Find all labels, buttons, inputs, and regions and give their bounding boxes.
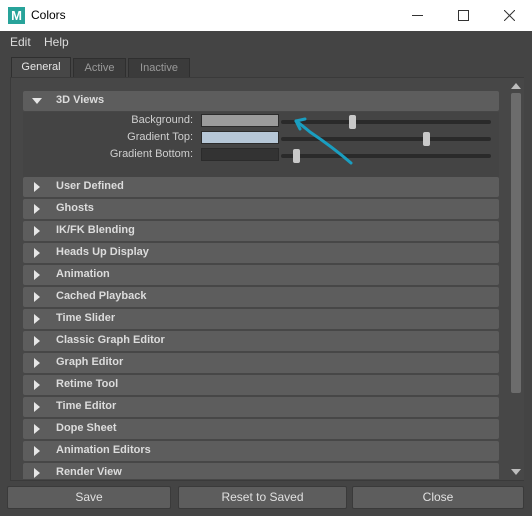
collapsed-arrow-icon [34, 182, 40, 192]
section-label: Graph Editor [56, 356, 124, 368]
close-icon [503, 9, 515, 22]
gradient-bottom-slider-handle[interactable] [292, 149, 300, 163]
close-window-button[interactable] [486, 0, 532, 31]
collapsed-arrow-icon [34, 248, 40, 258]
gradient-bottom-slider[interactable] [281, 149, 491, 163]
section-header-dope-sheet[interactable]: Dope Sheet [23, 419, 499, 439]
section-header-retime-tool[interactable]: Retime Tool [23, 375, 499, 395]
section-header-graph-editor[interactable]: Graph Editor [23, 353, 499, 373]
section-header-3d-views[interactable]: 3D Views [23, 91, 499, 111]
gradient-top-slider-handle[interactable] [422, 132, 430, 146]
section-label: Render View [56, 466, 122, 478]
section-header-user-defined[interactable]: User Defined [23, 177, 499, 197]
section-label: Time Slider [56, 312, 116, 324]
vertical-scrollbar[interactable] [508, 78, 524, 480]
scroll-up-arrow-icon[interactable] [511, 82, 521, 90]
minimize-button[interactable] [394, 0, 440, 31]
section-label: Cached Playback [56, 290, 147, 302]
gradient-top-slider[interactable] [281, 132, 491, 146]
scroll-down-arrow-icon[interactable] [511, 468, 521, 476]
collapsed-arrow-icon [34, 380, 40, 390]
section-label: 3D Views [56, 94, 105, 106]
section-label: Animation Editors [56, 444, 151, 456]
reset-to-saved-button[interactable]: Reset to Saved [178, 486, 347, 509]
close-button[interactable]: Close [352, 486, 524, 509]
maximize-icon [457, 10, 469, 21]
menu-bar: Edit Help [0, 31, 532, 53]
section-label: IK/FK Blending [56, 224, 135, 236]
section-header-ghosts[interactable]: Ghosts [23, 199, 499, 219]
section-body-3d-views: Background: Gradient Top: Gradient Botto… [23, 112, 499, 178]
section-label: User Defined [56, 180, 124, 192]
section-label: Dope Sheet [56, 422, 117, 434]
section-label: Classic Graph Editor [56, 334, 165, 346]
section-label: Retime Tool [56, 378, 119, 390]
maya-app-icon: M [8, 7, 25, 24]
section-header-time-editor[interactable]: Time Editor [23, 397, 499, 417]
gradient-top-color-swatch[interactable] [201, 131, 279, 144]
section-label: Ghosts [56, 202, 94, 214]
expanded-arrow-icon [32, 98, 42, 104]
section-header-classic-graph-editor[interactable]: Classic Graph Editor [23, 331, 499, 351]
section-header-animation-editors[interactable]: Animation Editors [23, 441, 499, 461]
collapsed-arrow-icon [34, 358, 40, 368]
background-label: Background: [131, 114, 193, 126]
collapsed-arrow-icon [34, 468, 40, 478]
collapsed-arrow-icon [34, 270, 40, 280]
section-header-time-slider[interactable]: Time Slider [23, 309, 499, 329]
collapsed-arrow-icon [34, 226, 40, 236]
section-label: Animation [56, 268, 110, 280]
tab-active[interactable]: Active [73, 58, 126, 77]
collapsed-arrow-icon [34, 402, 40, 412]
background-color-swatch[interactable] [201, 114, 279, 127]
collapsed-arrow-icon [34, 292, 40, 302]
gradient-bottom-label: Gradient Bottom: [109, 148, 193, 160]
section-header-heads-up-display[interactable]: Heads Up Display [23, 243, 499, 263]
section-label: Heads Up Display [56, 246, 149, 258]
sections-scroll-area: 3D Views Background: Gradient Top: Gradi… [23, 91, 499, 479]
scrollbar-thumb[interactable] [511, 93, 521, 393]
window-title: Colors [31, 8, 66, 22]
menu-edit[interactable]: Edit [10, 35, 31, 49]
collapsed-arrow-icon [34, 446, 40, 456]
colors-panel: 3D Views Background: Gradient Top: Gradi… [10, 77, 524, 481]
collapsed-arrow-icon [34, 424, 40, 434]
gradient-top-label: Gradient Top: [127, 131, 193, 143]
maximize-button[interactable] [440, 0, 486, 31]
section-header-render-view[interactable]: Render View [23, 463, 499, 479]
title-bar: M Colors [0, 0, 532, 31]
tab-general[interactable]: General [11, 57, 71, 77]
menu-help[interactable]: Help [44, 35, 69, 49]
background-slider[interactable] [281, 115, 491, 129]
section-header-cached-playback[interactable]: Cached Playback [23, 287, 499, 307]
save-button[interactable]: Save [7, 486, 171, 509]
collapsed-arrow-icon [34, 336, 40, 346]
gradient-bottom-color-swatch[interactable] [201, 148, 279, 161]
tab-inactive[interactable]: Inactive [128, 58, 190, 77]
collapsed-arrow-icon [34, 204, 40, 214]
section-header-animation[interactable]: Animation [23, 265, 499, 285]
section-label: Time Editor [56, 400, 117, 412]
background-slider-handle[interactable] [349, 115, 357, 129]
minimize-icon [411, 15, 423, 16]
collapsed-arrow-icon [34, 314, 40, 324]
section-header-ik-fk-blending[interactable]: IK/FK Blending [23, 221, 499, 241]
